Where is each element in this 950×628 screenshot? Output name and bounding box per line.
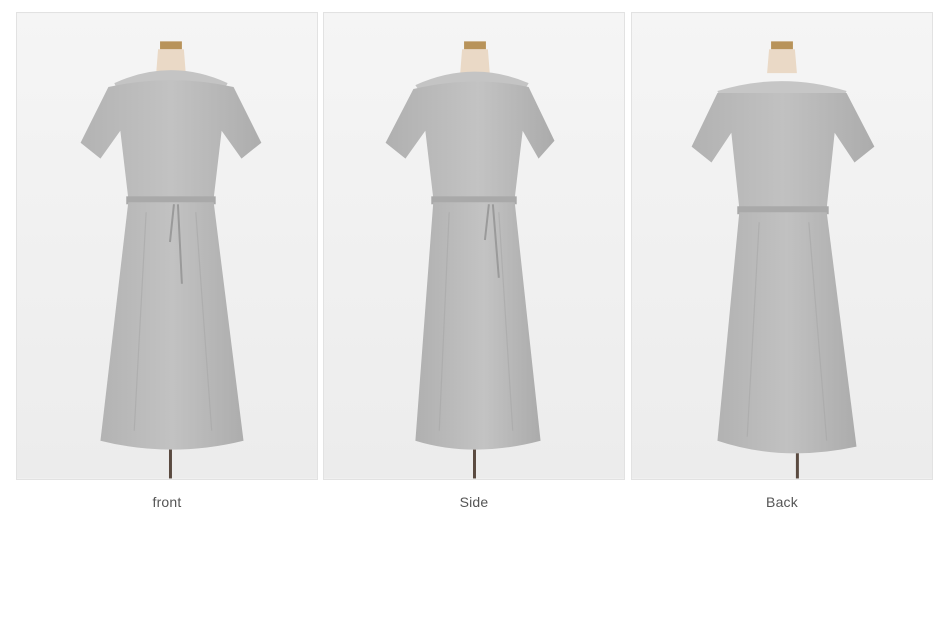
dress-back-photo <box>631 12 933 480</box>
caption-front: front <box>152 494 182 510</box>
dress-side-photo <box>323 12 625 480</box>
dress-front-photo <box>16 12 318 480</box>
caption-side: Side <box>459 494 489 510</box>
caption-back: Back <box>766 494 798 510</box>
product-photo-gallery: front Side Back <box>0 0 950 628</box>
